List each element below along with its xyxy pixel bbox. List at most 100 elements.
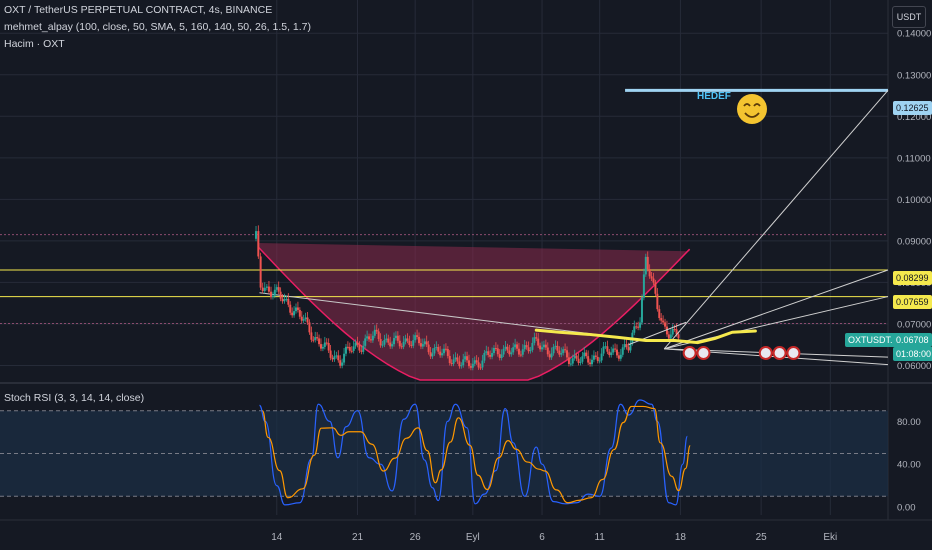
candle-body	[298, 309, 301, 317]
candle-body	[339, 360, 342, 366]
candle-body	[446, 349, 449, 356]
candle-body	[331, 357, 334, 360]
candle-body	[604, 346, 607, 348]
x-tick-label: 25	[756, 532, 768, 543]
event-marker	[758, 346, 773, 361]
candle-body	[575, 355, 578, 359]
candle-body	[454, 357, 457, 360]
candle-body	[621, 347, 624, 355]
candle-body	[496, 348, 499, 355]
candle-body	[612, 348, 615, 353]
candle-body	[471, 363, 474, 368]
candle-body	[562, 349, 565, 354]
candle-body	[410, 344, 413, 346]
candle-body	[539, 345, 542, 350]
candle-body	[521, 349, 524, 355]
candle-body	[600, 353, 603, 361]
candle-body	[598, 360, 601, 362]
candle-body	[531, 342, 534, 350]
candle-body	[485, 351, 488, 353]
x-tick-label: Eyl	[466, 532, 480, 543]
candle-body	[608, 351, 611, 356]
candle-body	[371, 335, 374, 341]
candle-body	[529, 349, 532, 352]
candle-body	[387, 338, 390, 343]
candle-body	[379, 338, 382, 346]
candle-body	[512, 347, 515, 353]
candle-body	[548, 354, 551, 358]
candle-body	[452, 359, 455, 364]
candle-body	[327, 343, 330, 351]
price-tag-3: 0.06708	[893, 333, 932, 347]
candle-body	[456, 357, 459, 362]
y-tick-label: 0.07000	[897, 319, 931, 330]
candle-body	[596, 356, 599, 361]
x-tick-label: 14	[271, 532, 283, 543]
price-tag-0: 0.12625	[893, 101, 932, 115]
candle-body	[510, 352, 513, 355]
candle-body	[648, 269, 651, 277]
candle-body	[335, 355, 338, 357]
candle-body	[321, 346, 324, 349]
candle-body	[558, 350, 561, 355]
candle-body	[373, 329, 376, 336]
candle-body	[360, 350, 363, 352]
candle-body	[500, 354, 503, 358]
candle-body	[396, 335, 399, 341]
y-tick-label: 0.13000	[897, 70, 931, 81]
candle-body	[633, 326, 636, 333]
candle-body	[421, 344, 424, 347]
candle-body	[481, 360, 484, 368]
candle-body	[306, 317, 309, 323]
candle-body	[602, 346, 605, 354]
candle-body	[635, 326, 638, 328]
candle-body	[316, 337, 319, 339]
candle-body	[619, 354, 622, 359]
candle-body	[673, 328, 676, 330]
candle-body	[541, 347, 544, 350]
candle-body	[398, 340, 401, 347]
y-tick-label: 0.10000	[897, 195, 931, 206]
candle-body	[393, 338, 396, 345]
candle-body	[341, 362, 344, 366]
candle-body	[671, 328, 674, 335]
candle-body	[650, 276, 653, 279]
candle-body	[566, 350, 569, 358]
candle-body	[527, 347, 530, 352]
candle-body	[460, 365, 463, 367]
candle-body	[569, 363, 572, 365]
candle-body	[423, 341, 426, 345]
candle-body	[514, 344, 517, 348]
candle-body	[385, 338, 388, 341]
candle-body	[368, 336, 371, 340]
candle-body	[466, 356, 469, 361]
candle-body	[427, 344, 430, 353]
candle-body	[433, 347, 436, 354]
candle-body	[318, 338, 321, 345]
candle-body	[462, 359, 465, 366]
candle-body	[660, 318, 663, 321]
candle-body	[544, 344, 547, 348]
candle-body	[589, 362, 592, 365]
candle-body	[329, 350, 332, 358]
candle-body	[439, 351, 442, 356]
candle-body	[302, 319, 305, 321]
candle-body	[275, 287, 278, 290]
candle-body	[400, 346, 403, 348]
price-tag-4: 01:08:00	[893, 347, 932, 361]
candle-body	[354, 342, 357, 347]
candle-body	[369, 339, 372, 341]
candle-body	[583, 352, 586, 357]
candle-body	[257, 231, 260, 257]
candle-body	[394, 335, 397, 339]
candle-body	[261, 287, 264, 291]
event-marker	[696, 346, 711, 361]
candle-body	[554, 345, 557, 347]
candle-body	[577, 358, 580, 363]
x-tick-label: 6	[539, 532, 545, 543]
candle-body	[343, 353, 346, 363]
rsi-tick-label: 40.00	[897, 460, 921, 471]
candle-body	[506, 346, 509, 351]
smiley-face-icon	[737, 94, 767, 124]
currency-unit-button[interactable]: USDT	[892, 6, 926, 28]
